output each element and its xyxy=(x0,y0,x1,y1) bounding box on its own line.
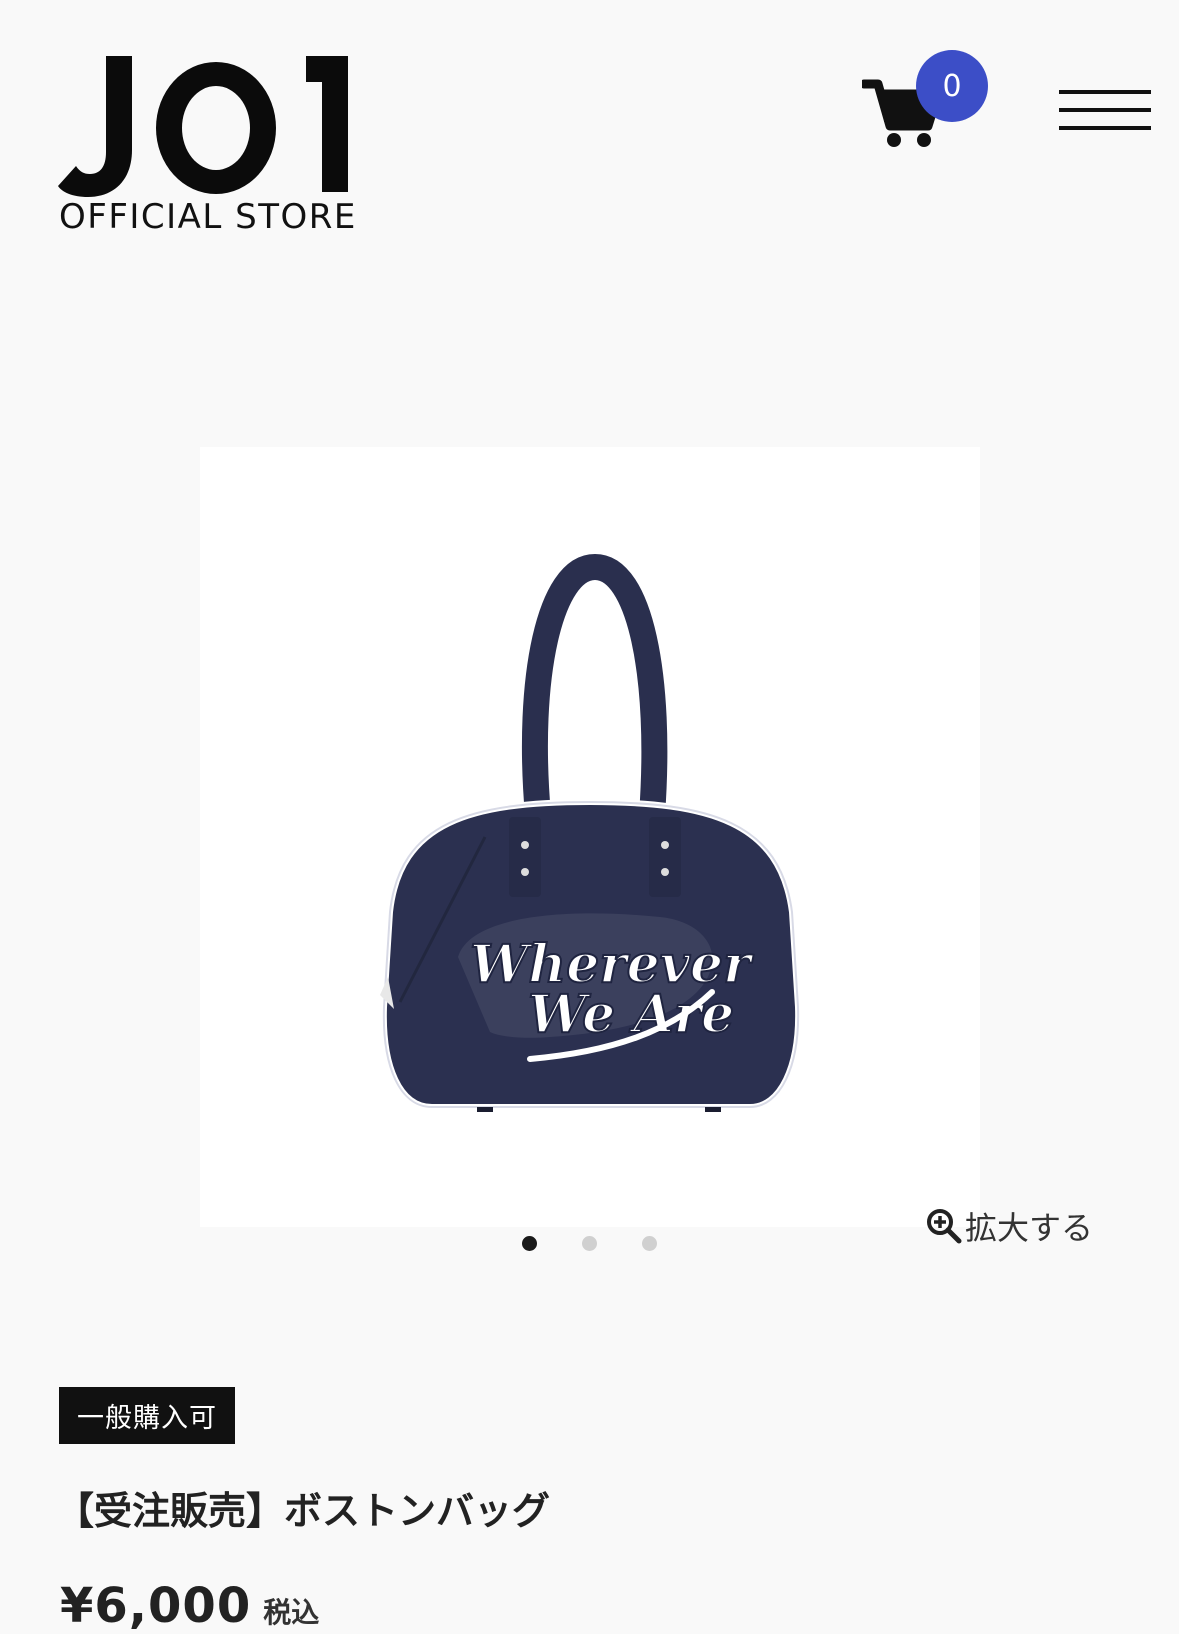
cart-count-badge: 0 xyxy=(916,50,988,122)
menu-line-icon xyxy=(1059,90,1151,94)
product-title: 【受注販売】ボストンバッグ xyxy=(56,1489,551,1533)
product-price: ¥6,000 xyxy=(60,1578,252,1634)
menu-line-icon xyxy=(1059,108,1151,112)
zoom-button[interactable]: 拡大する xyxy=(925,1204,1093,1248)
zoom-in-icon xyxy=(927,1209,962,1244)
carousel-dot-3[interactable] xyxy=(642,1236,657,1251)
boston-bag-illustration: Wherever We Are xyxy=(380,553,802,1112)
logo-subtitle: OFFICIAL STORE xyxy=(59,197,357,237)
tax-label: 税込 xyxy=(263,1596,320,1629)
store-logo[interactable]: OFFICIAL STORE xyxy=(58,52,358,242)
product-image[interactable]: Wherever We Are xyxy=(200,447,980,1227)
bag-print-line2: We Are xyxy=(528,984,734,1045)
carousel-dot-1[interactable] xyxy=(522,1236,537,1251)
zoom-label: 拡大する xyxy=(965,1209,1094,1247)
jo1-logo-mark xyxy=(58,56,348,197)
price-row: ¥6,000 税込 xyxy=(60,1578,319,1634)
carousel-dot-2[interactable] xyxy=(582,1236,597,1251)
menu-line-icon xyxy=(1059,126,1151,130)
availability-badge: 一般購入可 xyxy=(59,1387,235,1444)
hamburger-menu-button[interactable] xyxy=(1059,90,1151,134)
